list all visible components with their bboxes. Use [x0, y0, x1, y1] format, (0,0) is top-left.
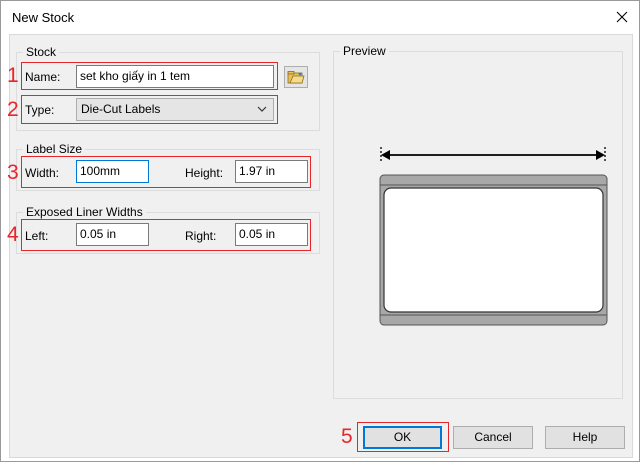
new-stock-dialog: New Stock Stock 1 Name: set kho giấy in … [0, 0, 640, 462]
browse-stock-button[interactable] [284, 66, 308, 88]
annotation-4: 4 [7, 223, 19, 246]
dialog-body: Stock 1 Name: set kho giấy in 1 tem 2 Ty… [7, 34, 633, 458]
type-dropdown[interactable]: Die-Cut Labels [76, 98, 274, 121]
dialog-title: New Stock [12, 10, 75, 25]
chevron-down-icon [257, 106, 267, 112]
right-liner-input[interactable]: 0.05 in [235, 223, 308, 246]
left-liner-input[interactable]: 0.05 in [76, 223, 149, 246]
type-label: Type: [25, 103, 55, 117]
annotation-1: 1 [7, 64, 19, 87]
annotation-3: 3 [7, 161, 19, 184]
close-button[interactable] [609, 4, 635, 30]
close-icon [616, 11, 628, 23]
preview-group: Preview [333, 44, 623, 399]
ok-button[interactable]: OK [363, 426, 442, 449]
exposed-liner-group-label: Exposed Liner Widths [23, 205, 146, 219]
name-label: Name: [25, 70, 61, 84]
left-label: Left: [25, 229, 49, 243]
stock-group-label: Stock [23, 45, 60, 59]
annotation-5: 5 [341, 425, 353, 448]
folder-open-icon [287, 71, 305, 84]
label-size-group-label: Label Size [23, 142, 86, 156]
height-label: Height: [185, 166, 224, 180]
width-input[interactable]: 100mm [76, 160, 149, 183]
help-button[interactable]: Help [545, 426, 625, 449]
annotation-2: 2 [7, 98, 19, 121]
width-label: Width: [25, 166, 60, 180]
type-selected-value: Die-Cut Labels [81, 102, 161, 116]
name-input[interactable]: set kho giấy in 1 tem [76, 65, 274, 88]
label-preview-graphic [379, 147, 608, 326]
height-input[interactable]: 1.97 in [235, 160, 308, 183]
title-bar: New Stock [1, 1, 639, 34]
right-label: Right: [185, 229, 217, 243]
cancel-button[interactable]: Cancel [453, 426, 533, 449]
